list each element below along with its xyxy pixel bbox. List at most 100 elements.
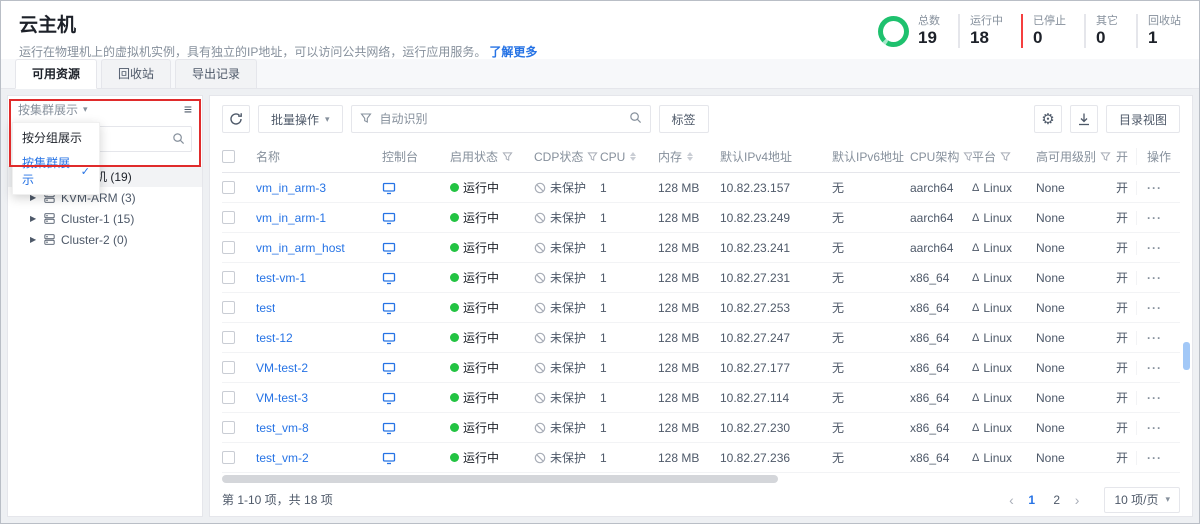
row-checkbox[interactable] [222, 361, 235, 374]
export-download-button[interactable] [1070, 105, 1098, 133]
row-actions-button[interactable]: ··· [1147, 241, 1162, 255]
tab-available[interactable]: 可用资源 [15, 59, 97, 89]
row-actions-button[interactable]: ··· [1147, 451, 1162, 465]
ipv6-address: 无 [832, 359, 910, 376]
column-header-ipv4[interactable]: 默认IPv4地址 [720, 148, 832, 165]
column-header-cpu[interactable]: CPU [600, 150, 658, 164]
row-actions-button[interactable]: ··· [1147, 421, 1162, 435]
tree-item-cluster-2[interactable]: ▶Cluster-2 (0) [8, 229, 202, 250]
collapse-list-icon[interactable]: ≡ [184, 102, 192, 116]
row-checkbox[interactable] [222, 211, 235, 224]
prev-page-icon[interactable]: ‹ [1009, 493, 1014, 507]
row-checkbox[interactable] [222, 451, 235, 464]
console-icon[interactable] [382, 271, 396, 285]
row-actions-button[interactable]: ··· [1147, 391, 1162, 405]
page-size-select[interactable]: 10 项/页 ▾ [1104, 487, 1180, 513]
cdp-text: 未保护 [550, 449, 586, 466]
settings-button[interactable]: ⚙ [1034, 105, 1062, 133]
vm-name-link[interactable]: test_vm-2 [256, 451, 309, 465]
expand-caret-icon[interactable]: ▶ [30, 214, 43, 223]
learn-more-link[interactable]: 了解更多 [489, 45, 537, 59]
console-icon[interactable] [382, 331, 396, 345]
page-number-2[interactable]: 2 [1050, 493, 1064, 507]
vm-name-link[interactable]: test-vm-1 [256, 271, 306, 285]
catalog-view-label: 目录视图 [1119, 111, 1167, 128]
vm-name-link[interactable]: test_vm-8 [256, 421, 309, 435]
group-by-selector[interactable]: 按集群展示 ▾ ≡ [8, 96, 202, 122]
column-header-console[interactable]: 控制台 [382, 148, 450, 165]
cdp-text: 未保护 [550, 239, 586, 256]
vm-name-link[interactable]: vm_in_arm_host [256, 241, 345, 255]
batch-actions-button[interactable]: 批量操作 ▾ [258, 105, 343, 133]
row-actions-button[interactable]: ··· [1147, 211, 1162, 225]
dropdown-item[interactable]: 按集群展示✓ [13, 150, 99, 192]
console-icon[interactable] [382, 241, 396, 255]
column-header-clip[interactable]: 开 [1116, 148, 1132, 165]
cpu-arch-value: x86_64 [910, 331, 972, 345]
column-header-cdp[interactable]: CDP状态 [534, 148, 600, 165]
vm-name-link[interactable]: vm_in_arm-3 [256, 181, 326, 195]
row-checkbox[interactable] [222, 271, 235, 284]
row-checkbox[interactable] [222, 241, 235, 254]
page-number-1[interactable]: 1 [1025, 493, 1039, 507]
select-all-checkbox[interactable] [222, 150, 235, 163]
column-header-mem[interactable]: 内存 [658, 148, 720, 165]
batch-actions-label: 批量操作 [271, 111, 319, 128]
horizontal-scrollbar-thumb[interactable] [222, 475, 778, 483]
tab-export-records[interactable]: 导出记录 [175, 59, 257, 88]
ipv6-address: 无 [832, 449, 910, 466]
table-body: vm_in_arm-3 运行中 未保护 1 128 MB 10.82.23.15… [222, 173, 1180, 473]
column-header-ha[interactable]: 高可用级别 [1036, 148, 1116, 165]
vertical-scrollbar-thumb[interactable] [1183, 342, 1190, 370]
column-header-ipv6[interactable]: 默认IPv6地址 [832, 148, 910, 165]
vm-name-link[interactable]: VM-test-2 [256, 361, 308, 375]
stat-stopped: 已停止0 [1021, 14, 1084, 48]
cpu-value: 1 [600, 301, 658, 315]
row-actions-button[interactable]: ··· [1147, 331, 1162, 345]
search-icon[interactable] [172, 132, 185, 145]
column-header-arch[interactable]: CPU架构 [910, 148, 972, 165]
status-running-icon [450, 453, 459, 462]
clipped-column-value: 开 [1116, 209, 1132, 226]
expand-caret-icon[interactable]: ▶ [30, 235, 43, 244]
table-search-input[interactable] [378, 111, 623, 127]
cdp-unprotected-icon [534, 362, 546, 374]
catalog-view-button[interactable]: 目录视图 [1106, 105, 1180, 133]
console-icon[interactable] [382, 181, 396, 195]
filter-funnel-icon[interactable] [360, 112, 372, 127]
row-actions-button[interactable]: ··· [1147, 301, 1162, 315]
vm-name-link[interactable]: vm_in_arm-1 [256, 211, 326, 225]
linux-platform-icon: Δ [972, 242, 979, 254]
row-checkbox[interactable] [222, 181, 235, 194]
next-page-icon[interactable]: › [1075, 493, 1080, 507]
tab-recycle-bin[interactable]: 回收站 [101, 59, 171, 88]
row-actions-button[interactable]: ··· [1147, 181, 1162, 195]
console-icon[interactable] [382, 361, 396, 375]
cpu-value: 1 [600, 331, 658, 345]
row-checkbox[interactable] [222, 301, 235, 314]
console-icon[interactable] [382, 451, 396, 465]
console-icon[interactable] [382, 421, 396, 435]
row-actions-button[interactable]: ··· [1147, 361, 1162, 375]
console-icon[interactable] [382, 301, 396, 315]
column-header-platform[interactable]: 平台 [972, 148, 1036, 165]
vm-name-link[interactable]: VM-test-3 [256, 391, 308, 405]
refresh-button[interactable] [222, 105, 250, 133]
dropdown-item[interactable]: 按分组展示 [13, 125, 99, 150]
column-header-ops[interactable]: 操作 [1136, 148, 1180, 165]
vm-name-link[interactable]: test-12 [256, 331, 293, 345]
column-header-name[interactable]: 名称 [256, 148, 382, 165]
row-actions-button[interactable]: ··· [1147, 271, 1162, 285]
search-icon[interactable] [629, 111, 642, 127]
ipv4-address: 10.82.23.249 [720, 211, 832, 225]
column-header-status[interactable]: 启用状态 [450, 148, 534, 165]
console-icon[interactable] [382, 391, 396, 405]
linux-platform-icon: Δ [972, 272, 979, 284]
row-checkbox[interactable] [222, 331, 235, 344]
tree-item-cluster-1[interactable]: ▶Cluster-1 (15) [8, 208, 202, 229]
row-checkbox[interactable] [222, 391, 235, 404]
row-checkbox[interactable] [222, 421, 235, 434]
tag-button[interactable]: 标签 [659, 105, 709, 133]
console-icon[interactable] [382, 211, 396, 225]
vm-name-link[interactable]: test [256, 301, 275, 315]
